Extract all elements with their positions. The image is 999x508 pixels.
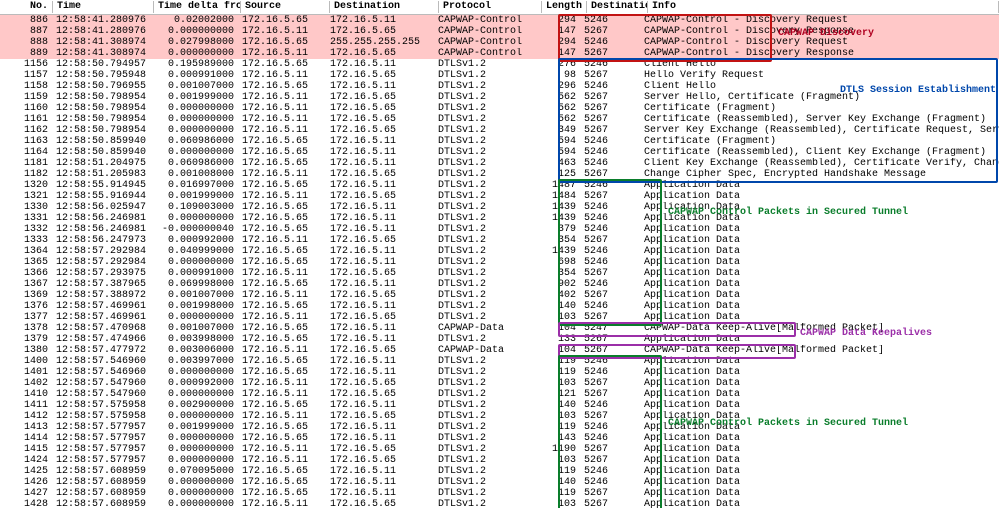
cell-prot: DTLSv1.2: [434, 499, 536, 508]
col-dest[interactable]: Destination: [330, 1, 439, 13]
packet-row[interactable]: 136612:58:57.2939750.000991000172.16.5.1…: [0, 268, 999, 279]
packet-row[interactable]: 118212:58:51.2059830.001008000172.16.5.1…: [0, 169, 999, 180]
packet-row[interactable]: 137712:58:57.4699610.000000000172.16.5.1…: [0, 312, 999, 323]
packet-row[interactable]: 132012:58:55.9149450.016997000172.16.5.6…: [0, 180, 999, 191]
col-time[interactable]: Time: [53, 1, 154, 13]
packet-row[interactable]: 133212:58:56.246981-0.000000040172.16.5.…: [0, 224, 999, 235]
packet-row[interactable]: 116112:58:50.7989540.000000000172.16.5.1…: [0, 114, 999, 125]
col-protocol[interactable]: Protocol: [439, 1, 542, 13]
cell-no: 1428: [0, 499, 52, 508]
packet-row[interactable]: 133012:58:56.0259470.109003000172.16.5.6…: [0, 202, 999, 213]
packet-row[interactable]: 88712:58:41.2809760.000000000172.16.5.11…: [0, 26, 999, 37]
packet-list-header[interactable]: No. Time Time delta from p Source Destin…: [0, 0, 999, 15]
col-length[interactable]: Length: [542, 1, 587, 13]
cell-port: 5267: [580, 499, 640, 508]
cell-len: 103: [536, 499, 580, 508]
packet-row[interactable]: 137912:58:57.4749660.003998000172.16.5.6…: [0, 334, 999, 345]
packet-row[interactable]: 140012:58:57.5469600.003997000172.16.5.6…: [0, 356, 999, 367]
packet-row[interactable]: 116312:58:50.8599400.060986000172.16.5.6…: [0, 136, 999, 147]
packet-row[interactable]: 116212:58:50.7989540.000000000172.16.5.1…: [0, 125, 999, 136]
packet-row[interactable]: 132112:58:55.9169440.001999000172.16.5.1…: [0, 191, 999, 202]
packet-row[interactable]: 133312:58:56.2479730.000992000172.16.5.1…: [0, 235, 999, 246]
col-source[interactable]: Source: [241, 1, 330, 13]
packet-row[interactable]: 140112:58:57.5469600.000000000172.16.5.6…: [0, 367, 999, 378]
packet-list-table: No. Time Time delta from p Source Destin…: [0, 0, 999, 508]
col-info[interactable]: Info: [648, 1, 999, 13]
packet-row[interactable]: 88812:58:41.3089740.027998000172.16.5.65…: [0, 37, 999, 48]
packet-row[interactable]: 142812:58:57.6089590.000000000172.16.5.1…: [0, 499, 999, 508]
packet-row[interactable]: 136412:58:57.2929840.040999000172.16.5.6…: [0, 246, 999, 257]
col-port[interactable]: Destination Port: [587, 1, 648, 13]
packet-row[interactable]: 141212:58:57.5759580.000000000172.16.5.1…: [0, 411, 999, 422]
packet-row[interactable]: 141012:58:57.5479600.000000000172.16.5.1…: [0, 389, 999, 400]
packet-row[interactable]: 137612:58:57.4699610.001998000172.16.5.6…: [0, 301, 999, 312]
packet-list-rows: 88612:58:41.2809760.02002000172.16.5.651…: [0, 15, 999, 508]
packet-row[interactable]: 116412:58:50.8599400.000000000172.16.5.6…: [0, 147, 999, 158]
packet-row[interactable]: 140212:58:57.5479600.000992000172.16.5.1…: [0, 378, 999, 389]
packet-row[interactable]: 137812:58:57.4709680.001007000172.16.5.6…: [0, 323, 999, 334]
packet-row[interactable]: 142712:58:57.6089590.000000000172.16.5.6…: [0, 488, 999, 499]
packet-row[interactable]: 141112:58:57.5759580.002900000172.16.5.6…: [0, 400, 999, 411]
cell-dst: 172.16.5.65: [326, 499, 434, 508]
cell-time: 12:58:57.608959: [52, 499, 152, 508]
packet-row[interactable]: 142412:58:57.5779570.000000000172.16.5.1…: [0, 455, 999, 466]
packet-row[interactable]: 141512:58:57.5779570.000000000172.16.5.1…: [0, 444, 999, 455]
cell-src: 172.16.5.11: [238, 499, 326, 508]
cell-delta: 0.000000000: [152, 499, 238, 508]
packet-row[interactable]: 133112:58:56.2469810.000000000172.16.5.6…: [0, 213, 999, 224]
packet-row[interactable]: 141412:58:57.5779570.000000000172.16.5.6…: [0, 433, 999, 444]
packet-row[interactable]: 115712:58:50.7959480.000991000172.16.5.1…: [0, 70, 999, 81]
packet-row[interactable]: 136512:58:57.2929840.000000000172.16.5.6…: [0, 257, 999, 268]
packet-row[interactable]: 138012:58:57.4779720.003006000172.16.5.1…: [0, 345, 999, 356]
packet-row[interactable]: 88612:58:41.2809760.02002000172.16.5.651…: [0, 15, 999, 26]
packet-row[interactable]: 141312:58:57.5779570.001999000172.16.5.6…: [0, 422, 999, 433]
packet-row[interactable]: 136712:58:57.3879650.069998000172.16.5.6…: [0, 279, 999, 290]
cell-info: Application Data: [640, 499, 999, 508]
packet-row[interactable]: 115912:58:50.7989540.001999000172.16.5.1…: [0, 92, 999, 103]
col-delta[interactable]: Time delta from p: [154, 1, 241, 13]
packet-row[interactable]: 136912:58:57.3889720.001007000172.16.5.1…: [0, 290, 999, 301]
packet-row[interactable]: 88912:58:41.3089740.000000000172.16.5.11…: [0, 48, 999, 59]
packet-row[interactable]: 115612:58:50.7949570.195989000172.16.5.6…: [0, 59, 999, 70]
packet-row[interactable]: 142512:58:57.6089590.070095000172.16.5.6…: [0, 466, 999, 477]
packet-row[interactable]: 142612:58:57.6089590.000000000172.16.5.6…: [0, 477, 999, 488]
packet-row[interactable]: 118112:58:51.2049750.060986000172.16.5.6…: [0, 158, 999, 169]
col-no[interactable]: No.: [0, 1, 53, 13]
packet-row[interactable]: 115812:58:50.7969550.001007000172.16.5.6…: [0, 81, 999, 92]
packet-row[interactable]: 116012:58:50.7989540.000000000172.16.5.1…: [0, 103, 999, 114]
